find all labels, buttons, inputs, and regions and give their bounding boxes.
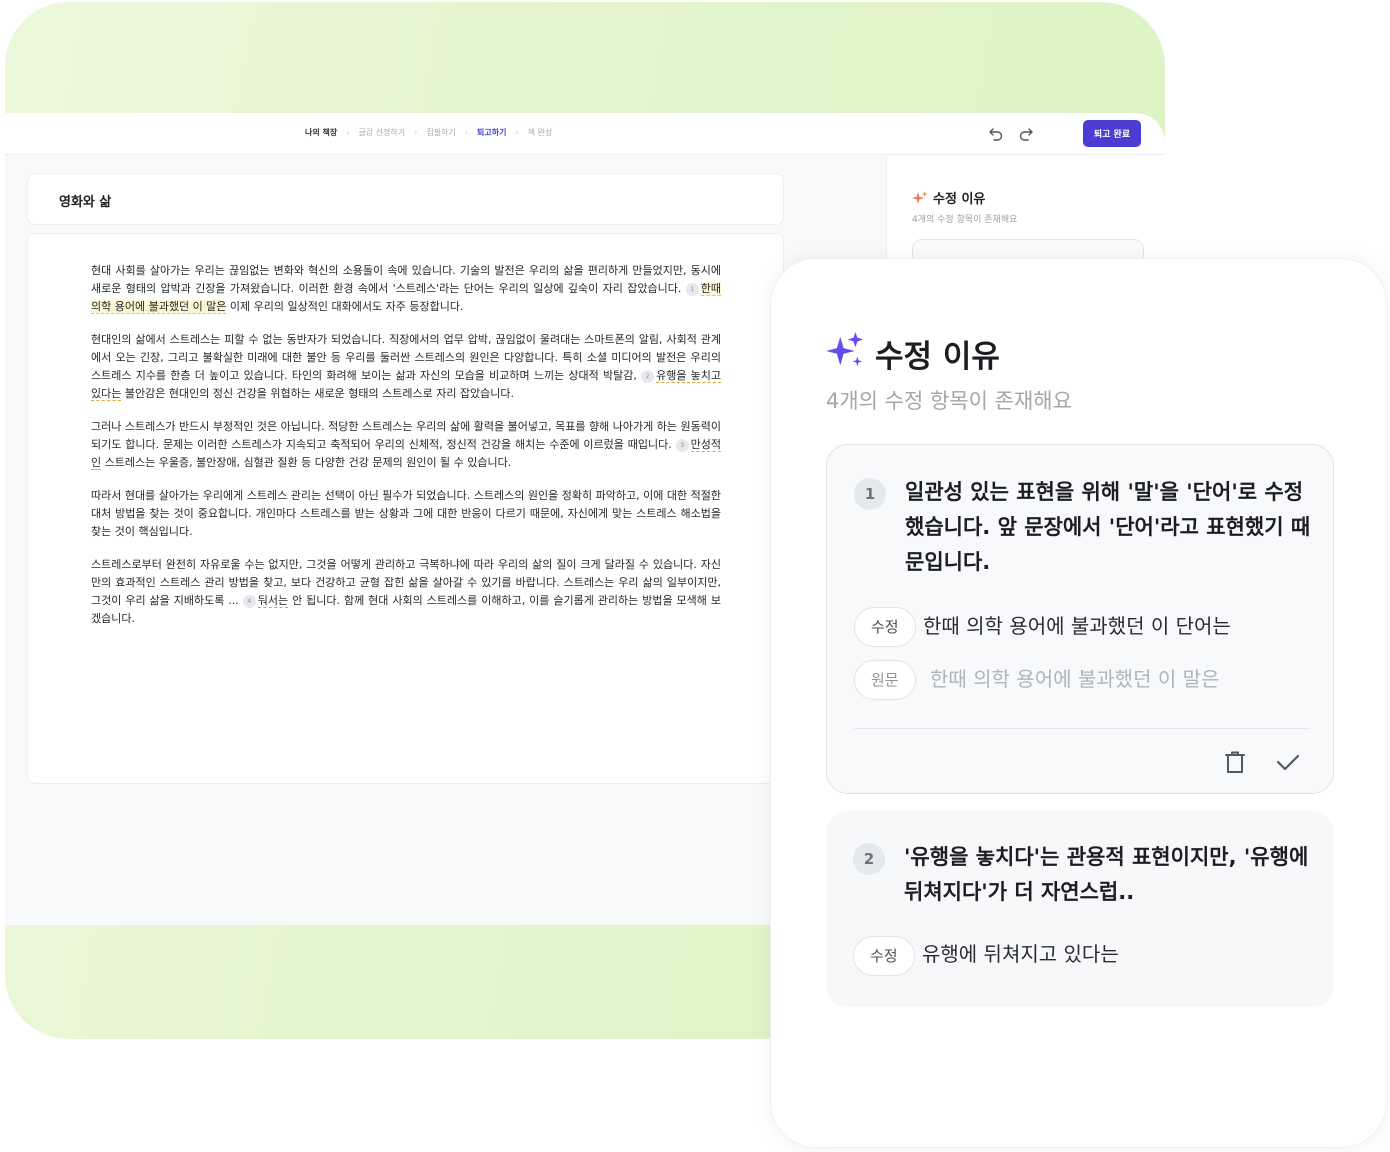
redo-icon[interactable] [1017,125,1035,143]
revised-text: 유행에 뒤쳐지고 있다는 [922,942,1119,966]
sparkle-icon [826,331,864,367]
document-title-card: 영화와 삶 [27,173,784,225]
text-segment: 그러나 스트레스가 반드시 부정적인 것은 아닙니다. 적당한 스트레스는 우리… [91,420,721,451]
revision-reason: '유행을 놓치다'는 관용적 표현이지만, '유행에 뒤쳐지다'가 더 자연스럽… [904,845,1309,904]
revised-label-pill: 수정 [854,607,916,647]
paragraph-5: 스트레스로부터 완전히 자유로울 수는 없지만, 그것을 어떻게 관리하고 극복… [91,556,721,628]
breadcrumb-item-bookshelf[interactable]: 나의 책장 [305,127,337,138]
sparkle-icon [912,191,928,204]
revision-number-badge: 1 [854,478,886,510]
undo-icon[interactable] [987,125,1005,143]
document-body-card: 현대 사회를 살아가는 우리는 끊임없는 변화와 혁신의 소용돌이 속에 있습니… [27,233,784,784]
revision-marker-4[interactable]: 4 [242,594,256,608]
revision-card[interactable]: 2 '유행을 놓치다'는 관용적 표현이지만, '유행에 뒤쳐지다'가 더 자연… [826,811,1334,1007]
text-segment: 현대 사회를 살아가는 우리는 끊임없는 변화와 혁신의 소용돌이 속에 있습니… [91,264,721,295]
original-label-pill: 원문 [854,660,916,700]
breadcrumb-separator: › [464,128,468,137]
revision-marker-3[interactable]: 3 [675,438,689,452]
check-icon[interactable] [1275,749,1301,775]
document-body[interactable]: 현대 사회를 살아가는 우리는 끊임없는 변화와 혁신의 소용돌이 속에 있습니… [91,262,722,643]
breadcrumb-item-complete[interactable]: 책 완성 [528,127,553,138]
breadcrumb: 나의 책장 › 글감 선정하기 › 집필하기 › 퇴고하기 › 책 완성 [305,127,552,138]
breadcrumb-separator: › [515,128,519,137]
breadcrumb-separator: › [346,128,350,137]
trash-icon[interactable] [1222,749,1248,775]
breadcrumb-item-revising[interactable]: 퇴고하기 [477,127,506,138]
breadcrumb-item-writing[interactable]: 집필하기 [426,127,455,138]
complete-revision-button[interactable]: 퇴고 완료 [1083,120,1141,147]
sidebar-subtitle: 4개의 수정 항목이 존재해요 [912,215,1018,225]
sidebar-title: 수정 이유 [933,192,986,207]
breadcrumb-separator: › [414,128,418,137]
text-segment: 이제 우리의 일상적인 대화에서도 자주 등장합니다. [226,300,464,313]
paragraph-2: 현대인의 삶에서 스트레스는 피할 수 없는 동반자가 되었습니다. 직장에서의… [91,331,722,403]
revision-reason-panel: 수정 이유 4개의 수정 항목이 존재해요 1 일관성 있는 표현을 위해 '말… [770,258,1387,1148]
revision-number-badge: 2 [853,843,885,875]
revision-reason: 일관성 있는 표현을 위해 '말'을 '단어'로 수정했습니다. 앞 문장에서 … [905,480,1311,574]
revision-card[interactable]: 1 일관성 있는 표현을 위해 '말'을 '단어'로 수정했습니다. 앞 문장에… [826,444,1334,794]
revision-highlight-4[interactable]: 둬서는 [257,594,289,608]
paragraph-4: 따라서 현대를 살아가는 우리에게 스트레스 관리는 선택이 아닌 필수가 되었… [91,489,721,538]
card-divider [854,728,1310,729]
breadcrumb-item-topic[interactable]: 글감 선정하기 [358,127,405,138]
revised-label-pill: 수정 [853,936,915,976]
revision-marker-1[interactable]: 1 [685,282,699,296]
original-text: 한때 의학 용어에 불과했던 이 말은 [930,667,1220,691]
revision-marker-2[interactable]: 2 [641,369,655,383]
paragraph-1: 현대 사회를 살아가는 우리는 끊임없는 변화와 혁신의 소용돌이 속에 있습니… [91,262,721,316]
top-bar: 나의 책장 › 글감 선정하기 › 집필하기 › 퇴고하기 › 책 완성 퇴고 … [5,113,1165,155]
revised-text: 한때 의학 용어에 불과했던 이 단어는 [923,614,1231,638]
text-segment: 스트레스는 우울증, 불안장애, 심혈관 질환 등 다양한 건강 문제의 원인이… [101,456,512,469]
panel-title: 수정 이유 [875,339,1000,375]
panel-subtitle: 4개의 수정 항목이 존재해요 [826,389,1072,413]
paragraph-3: 그러나 스트레스가 반드시 부정적인 것은 아닙니다. 적당한 스트레스는 우리… [91,418,721,472]
document-title[interactable]: 영화와 삶 [59,191,111,210]
text-segment: 불안감은 현대인의 정신 건강을 위협하는 새로운 형태의 스트레스로 자리 잡… [121,387,515,400]
text-segment: 현대인의 삶에서 스트레스는 피할 수 없는 동반자가 되었습니다. 직장에서의… [91,333,721,382]
